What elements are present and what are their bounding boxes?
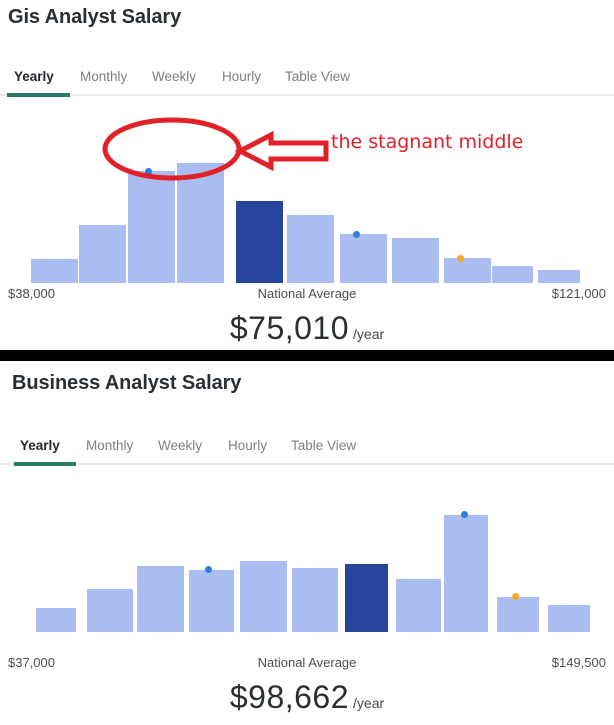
bar-11[interactable] — [538, 270, 580, 283]
tabbar-gis: Yearly Monthly Weekly Hourly Table View — [0, 68, 614, 102]
bar-2[interactable] — [87, 589, 133, 632]
marker-dot-blue-bar7 — [353, 231, 360, 238]
bar-8[interactable] — [392, 238, 439, 283]
salary-amount-gis: $75,010 — [229, 310, 350, 346]
bar-11[interactable] — [548, 605, 590, 632]
tab-table-view-gis[interactable]: Table View — [285, 68, 350, 86]
bar-3[interactable] — [137, 566, 184, 632]
axis-mid-label-business: National Average — [257, 655, 357, 670]
average-salary-value-gis: $75,010/year — [0, 310, 614, 347]
bar-7[interactable] — [340, 234, 387, 283]
axis-mid-label-gis: National Average — [257, 286, 357, 301]
tab-hourly-business[interactable]: Hourly — [228, 437, 267, 455]
tab-weekly-gis[interactable]: Weekly — [152, 68, 196, 86]
tab-active-indicator-business — [14, 462, 76, 466]
bar-8[interactable] — [396, 579, 441, 632]
bar-10[interactable] — [497, 597, 539, 632]
bar-1[interactable] — [31, 259, 78, 283]
gis-salary-bar-chart — [0, 133, 614, 283]
section-divider — [0, 350, 614, 361]
marker-dot-blue-bar4 — [205, 566, 212, 573]
gis-analyst-salary-section: Gis Analyst Salary Yearly Monthly Weekly… — [0, 0, 614, 350]
average-salary-value-business: $98,662/year — [0, 679, 614, 716]
marker-dot-blue-bar3 — [145, 168, 152, 175]
bar-5[interactable] — [240, 561, 287, 632]
tab-monthly-gis[interactable]: Monthly — [80, 68, 127, 86]
axis-max-label-gis: $121,000 — [551, 286, 606, 301]
bar-10[interactable] — [492, 266, 533, 283]
tab-monthly-business[interactable]: Monthly — [86, 437, 133, 455]
business-analyst-salary-section: Business Analyst Salary Yearly Monthly W… — [0, 361, 614, 725]
bar-4[interactable] — [189, 570, 234, 632]
page-title-business: Business Analyst Salary — [12, 372, 242, 394]
marker-dot-orange-bar9 — [457, 255, 464, 262]
page-title-gis: Gis Analyst Salary — [8, 6, 182, 28]
bar-9[interactable] — [444, 515, 488, 632]
salary-unit-business: /year — [353, 695, 385, 711]
bar-2[interactable] — [79, 225, 126, 283]
tabbar-business: Yearly Monthly Weekly Hourly Table View — [0, 437, 614, 471]
tab-underline-track-business — [0, 463, 614, 465]
bar-9[interactable] — [444, 258, 491, 283]
axis-labels-business: $37,000 National Average $149,500 — [0, 655, 614, 673]
tab-yearly-business[interactable]: Yearly — [20, 437, 60, 455]
business-salary-bar-chart — [0, 497, 614, 632]
tab-hourly-gis[interactable]: Hourly — [222, 68, 261, 86]
bar-5-national-average[interactable] — [236, 201, 283, 283]
axis-max-label-business: $149,500 — [551, 655, 606, 670]
axis-labels-gis: $38,000 National Average $121,000 — [0, 286, 614, 304]
bar-3[interactable] — [128, 171, 175, 283]
tab-yearly-gis[interactable]: Yearly — [14, 68, 54, 86]
salary-unit-gis: /year — [353, 326, 385, 342]
bar-6[interactable] — [287, 215, 334, 283]
marker-dot-blue-bar9 — [461, 511, 468, 518]
tab-list-gis: Yearly Monthly Weekly Hourly Table View — [0, 68, 614, 94]
tab-weekly-business[interactable]: Weekly — [158, 437, 202, 455]
tab-active-indicator-gis — [7, 93, 70, 97]
bar-7-national-average[interactable] — [345, 564, 388, 632]
bar-4[interactable] — [177, 163, 224, 283]
marker-dot-orange-bar10 — [512, 593, 519, 600]
tab-list-business: Yearly Monthly Weekly Hourly Table View — [0, 437, 614, 463]
bar-1[interactable] — [36, 608, 76, 632]
screenshot-root: Gis Analyst Salary Yearly Monthly Weekly… — [0, 0, 614, 725]
tab-table-view-business[interactable]: Table View — [291, 437, 356, 455]
tab-underline-track-gis — [0, 94, 614, 96]
bar-6[interactable] — [292, 568, 338, 632]
salary-amount-business: $98,662 — [229, 679, 350, 715]
